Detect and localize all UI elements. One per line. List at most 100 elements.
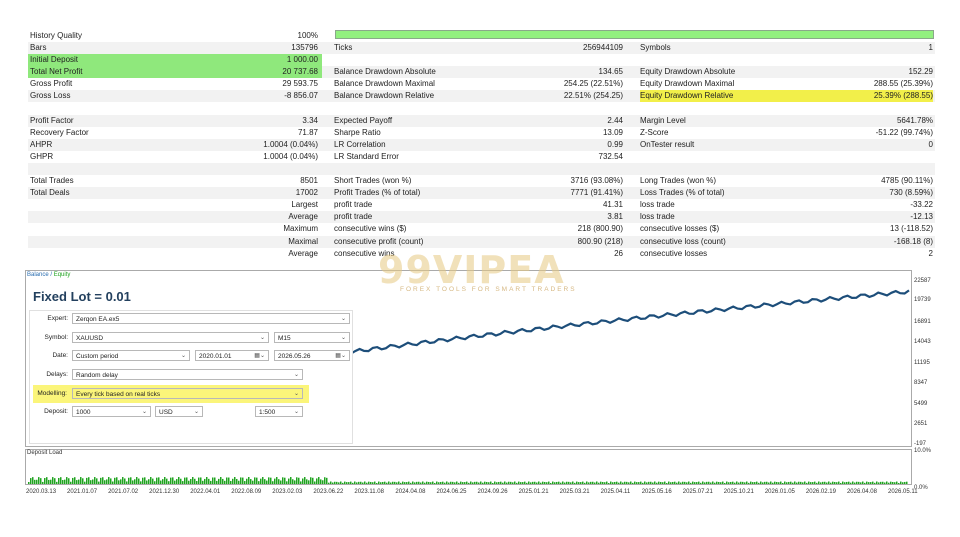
load-bar — [582, 481, 584, 484]
load-bar — [466, 481, 468, 484]
load-bar — [120, 479, 122, 484]
x-tick-label: 2024.04.08 — [395, 489, 426, 495]
row-value: 71.87 — [297, 128, 318, 137]
load-bar — [696, 482, 698, 484]
load-bar — [320, 479, 322, 484]
load-bar — [134, 479, 136, 484]
row-value: 22.51% (254.25) — [563, 91, 623, 100]
report-row: Bars 135796 Ticks 256944109 Symbols 1 — [28, 42, 935, 54]
load-bar — [302, 478, 304, 484]
y-tick-label: 19739 — [914, 297, 931, 303]
symbol-select[interactable]: XAUUSD ⌄ — [72, 332, 269, 343]
load-bar — [304, 477, 306, 484]
load-bar — [330, 481, 332, 484]
load-bar — [210, 480, 212, 484]
load-bar — [876, 481, 878, 484]
load-bar — [522, 482, 524, 484]
load-bar — [526, 482, 528, 484]
load-bar — [138, 478, 140, 484]
load-bar — [616, 481, 618, 484]
load-bar — [378, 481, 380, 484]
load-bar — [686, 482, 688, 484]
load-bar — [870, 482, 872, 484]
load-bar — [306, 479, 308, 484]
load-bar — [884, 482, 886, 484]
load-bar — [214, 477, 216, 484]
chevron-down-icon: ⌄ — [293, 391, 299, 397]
load-bar — [284, 477, 286, 484]
load-bar — [618, 482, 620, 484]
load-bar — [840, 482, 842, 484]
load-bar — [746, 481, 748, 484]
load-bar — [220, 477, 222, 484]
load-bar — [758, 482, 760, 484]
row-value: 218 (800.90) — [577, 224, 623, 233]
load-bar — [422, 481, 424, 484]
load-bar — [850, 482, 852, 484]
load-bar — [266, 480, 268, 484]
row-label: Balance Drawdown Absolute — [334, 67, 436, 76]
load-bar — [104, 480, 106, 484]
delays-select[interactable]: Random delay ⌄ — [72, 369, 303, 380]
load-bar — [292, 479, 294, 484]
report-row: Total Net Profit 20 737.68 Balance Drawdow… — [28, 66, 935, 78]
load-bar — [448, 482, 450, 484]
load-bar — [186, 477, 188, 484]
row-value: 20 737.68 — [282, 67, 318, 76]
load-bar — [400, 482, 402, 484]
load-bar — [142, 477, 144, 484]
load-bar — [878, 482, 880, 484]
load-bar — [242, 477, 244, 484]
load-bar — [756, 481, 758, 484]
load-bar — [346, 482, 348, 484]
currency-select[interactable]: USD ⌄ — [155, 406, 203, 417]
load-bar — [410, 482, 412, 484]
load-bar — [906, 481, 908, 484]
modelling-label: Modelling: — [37, 390, 67, 397]
load-bar — [680, 482, 682, 484]
load-bar — [706, 481, 708, 484]
row-value: 4785 (90.11%) — [881, 176, 933, 185]
load-bar — [162, 479, 164, 484]
load-bar — [540, 482, 542, 484]
expert-select[interactable]: Zerqon EA.ex5 ⌄ — [72, 313, 350, 324]
row-label: loss trade — [640, 200, 675, 209]
load-bar — [588, 482, 590, 484]
load-bar — [826, 482, 828, 484]
row-value: Largest — [291, 200, 318, 209]
load-bar — [202, 480, 204, 484]
load-bar — [100, 477, 102, 484]
load-bar — [648, 481, 650, 484]
load-bar — [64, 479, 66, 484]
timeframe-select[interactable]: M15 ⌄ — [274, 332, 350, 343]
load-bar — [234, 477, 236, 484]
load-bar — [894, 482, 896, 484]
date-mode-select[interactable]: Custom period ⌄ — [72, 350, 190, 361]
deposit-select[interactable]: 1000 ⌄ — [72, 406, 151, 417]
load-bar — [900, 481, 902, 484]
load-bar — [872, 481, 874, 484]
load-bar — [614, 481, 616, 484]
load-bar — [610, 481, 612, 484]
date-to-input[interactable]: 2026.05.26 ▦⌄ — [274, 350, 350, 361]
load-bar — [558, 481, 560, 484]
load-bar — [76, 480, 78, 484]
load-bar — [832, 481, 834, 484]
row-label: Balance Drawdown Relative — [334, 91, 435, 100]
load-bar — [488, 482, 490, 484]
load-bar — [312, 477, 314, 484]
load-bar — [860, 482, 862, 484]
load-bar — [156, 477, 158, 484]
load-bar — [438, 482, 440, 484]
row-value — [788, 102, 933, 114]
load-bar — [418, 481, 420, 484]
modelling-select[interactable]: Every tick based on real ticks ⌄ — [72, 388, 303, 399]
row-value: 2 — [928, 249, 933, 258]
date-from-input[interactable]: 2020.01.01 ▦⌄ — [195, 350, 269, 361]
load-bar — [148, 479, 150, 484]
load-bar — [478, 482, 480, 484]
load-bar — [834, 481, 836, 484]
load-bar — [44, 478, 46, 484]
leverage-select[interactable]: 1:500 ⌄ — [255, 406, 303, 417]
row-value — [178, 163, 318, 175]
